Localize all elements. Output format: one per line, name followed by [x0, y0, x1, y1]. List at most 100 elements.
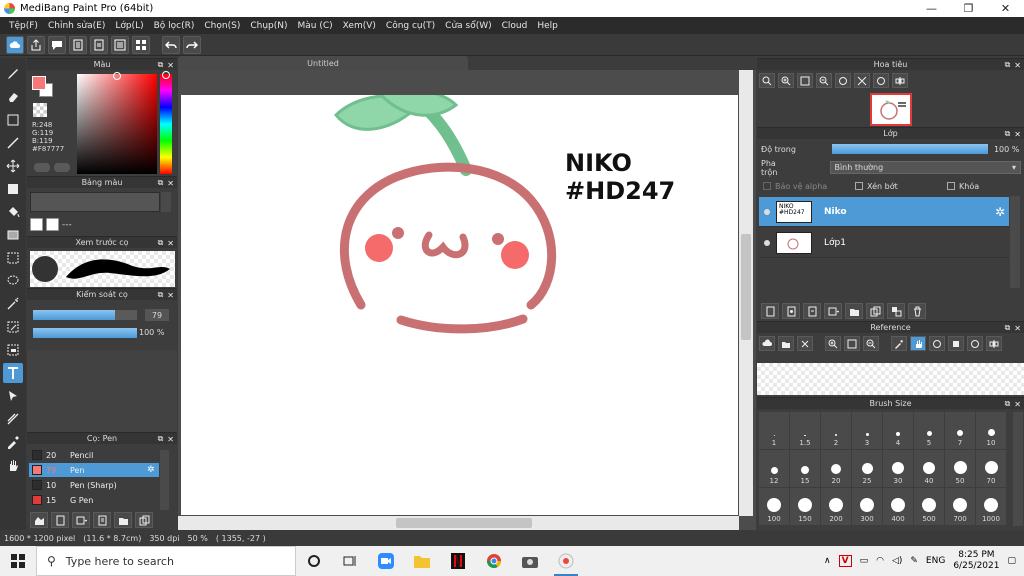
brush-size-slider[interactable]: [33, 310, 137, 320]
fill-rect-tool-icon[interactable]: [3, 179, 23, 199]
menu-help[interactable]: Help: [532, 21, 563, 31]
line-tool-icon[interactable]: [3, 133, 23, 153]
fit-window-icon[interactable]: [844, 336, 860, 351]
undock-icon[interactable]: ⧉: [1005, 399, 1011, 409]
clock[interactable]: 8:25 PM 6/25/2021: [953, 550, 999, 572]
rotate-right-icon[interactable]: [967, 336, 983, 351]
brush-size-option[interactable]: 15: [790, 450, 820, 487]
visibility-icon[interactable]: [764, 239, 770, 246]
zoom-fit-icon[interactable]: [759, 73, 775, 88]
gradient-tool-icon[interactable]: [3, 225, 23, 245]
flip-horizontal-icon[interactable]: [986, 336, 1002, 351]
layer-folder-icon[interactable]: [845, 303, 863, 319]
pen-icon[interactable]: ✎: [910, 556, 918, 566]
panel-close-icon[interactable]: ✕: [167, 291, 174, 300]
delete-layer-icon[interactable]: [908, 303, 926, 319]
vertical-scroll-thumb[interactable]: [741, 234, 751, 340]
brush-size-option[interactable]: 2: [821, 412, 851, 449]
brush-size-option[interactable]: 50: [945, 450, 975, 487]
share-icon[interactable]: [27, 35, 45, 54]
brush-list-scrollbar[interactable]: [160, 450, 169, 510]
panel-close-icon[interactable]: ✕: [167, 61, 174, 70]
brush-size-option[interactable]: 70: [976, 450, 1006, 487]
panel-close-icon[interactable]: ✕: [167, 179, 174, 188]
operation-tool-icon[interactable]: [3, 386, 23, 406]
taskbar-search-input[interactable]: ⚲ Type here to search: [36, 546, 296, 576]
visibility-icon[interactable]: [764, 208, 770, 215]
camera-app-icon[interactable]: [512, 546, 548, 576]
fit-window-icon[interactable]: [797, 73, 813, 88]
new-8bit-layer-icon[interactable]: [803, 303, 821, 319]
panel-close-icon[interactable]: ✕: [1014, 324, 1021, 333]
drawing-canvas[interactable]: NIKO #HD247: [181, 95, 738, 515]
lasso-tool-icon[interactable]: [3, 271, 23, 291]
panel-close-icon[interactable]: ✕: [167, 435, 174, 444]
brush-size-option[interactable]: 100: [759, 488, 789, 525]
menu-cloud[interactable]: Cloud: [497, 21, 533, 31]
horizontal-scroll-thumb[interactable]: [396, 518, 532, 528]
frame-divider-tool-icon[interactable]: [3, 409, 23, 429]
zoom-app-icon[interactable]: [368, 546, 404, 576]
delete-palette-icon[interactable]: [46, 218, 59, 231]
gear-icon[interactable]: ✲: [147, 465, 159, 475]
move-tool-icon[interactable]: [3, 156, 23, 176]
rotate-left-icon[interactable]: [835, 73, 851, 88]
hand-tool-icon[interactable]: [3, 455, 23, 475]
tab-untitled[interactable]: Untitled: [178, 56, 468, 70]
new-layer-icon[interactable]: [761, 303, 779, 319]
rotate-reset-icon[interactable]: [854, 73, 870, 88]
transparent-color-swatch[interactable]: [33, 103, 47, 117]
eyedropper-tool-icon[interactable]: [3, 432, 23, 452]
gear-icon[interactable]: ✲: [995, 205, 1005, 219]
panel-close-icon[interactable]: ✕: [1014, 130, 1021, 139]
layer-item-niko[interactable]: NIKO #HD247 Niko ✲: [759, 197, 1009, 227]
brush-size-option[interactable]: 12: [759, 450, 789, 487]
menu-view[interactable]: Xem(V): [338, 21, 381, 31]
rotate-left-icon[interactable]: [929, 336, 945, 351]
brush-size-option[interactable]: 200: [821, 488, 851, 525]
brush-file-icon[interactable]: [93, 512, 111, 528]
cortana-icon[interactable]: [296, 546, 332, 576]
brush-size-value[interactable]: 79: [145, 309, 169, 321]
layer-opacity-slider[interactable]: [831, 144, 988, 154]
brush-size-option[interactable]: 20: [821, 450, 851, 487]
battery-icon[interactable]: ▭: [860, 556, 869, 566]
page-icon[interactable]: [69, 35, 87, 54]
brush-size-option[interactable]: 1: [759, 412, 789, 449]
redo-icon[interactable]: [183, 35, 201, 54]
color-swap-button[interactable]: [54, 163, 70, 172]
brush-opacity-slider[interactable]: [33, 328, 137, 338]
document-icon[interactable]: [90, 35, 108, 54]
layer-item-lop1[interactable]: Lớp1: [759, 228, 1009, 258]
add-palette-button[interactable]: [30, 218, 43, 231]
brush-menu-icon[interactable]: [72, 512, 90, 528]
hue-marker[interactable]: [162, 71, 170, 79]
undock-icon[interactable]: ⧉: [158, 290, 164, 300]
brush-size-scrollbar[interactable]: [1013, 412, 1023, 526]
brush-size-option[interactable]: 1.5: [790, 412, 820, 449]
merge-layer-icon[interactable]: [887, 303, 905, 319]
undock-icon[interactable]: ⧉: [158, 178, 164, 188]
rotate-reset-icon[interactable]: [948, 336, 964, 351]
comment-icon[interactable]: [48, 35, 66, 54]
grid-icon[interactable]: [132, 35, 150, 54]
brush-size-option[interactable]: 25: [852, 450, 882, 487]
hand-icon[interactable]: [910, 336, 926, 351]
brush-size-option[interactable]: 1000: [976, 488, 1006, 525]
undock-icon[interactable]: ⧉: [158, 60, 164, 70]
select-pen-tool-icon[interactable]: [3, 317, 23, 337]
undock-icon[interactable]: ⧉: [158, 238, 164, 248]
maximize-button[interactable]: ❐: [950, 0, 987, 17]
lock-checkbox[interactable]: [947, 182, 955, 190]
eyedropper-icon[interactable]: [891, 336, 907, 351]
brush-size-option[interactable]: 4: [883, 412, 913, 449]
medibang-taskbar-icon[interactable]: [548, 546, 584, 576]
undock-icon[interactable]: ⧉: [158, 434, 164, 444]
duplicate-layer-icon[interactable]: [866, 303, 884, 319]
magic-wand-tool-icon[interactable]: [3, 294, 23, 314]
brush-size-option[interactable]: 40: [914, 450, 944, 487]
menu-filter[interactable]: Bộ lọc(R): [149, 21, 200, 31]
file-explorer-icon[interactable]: [404, 546, 440, 576]
brush-size-option[interactable]: 300: [852, 488, 882, 525]
panel-close-icon[interactable]: ✕: [1014, 400, 1021, 409]
